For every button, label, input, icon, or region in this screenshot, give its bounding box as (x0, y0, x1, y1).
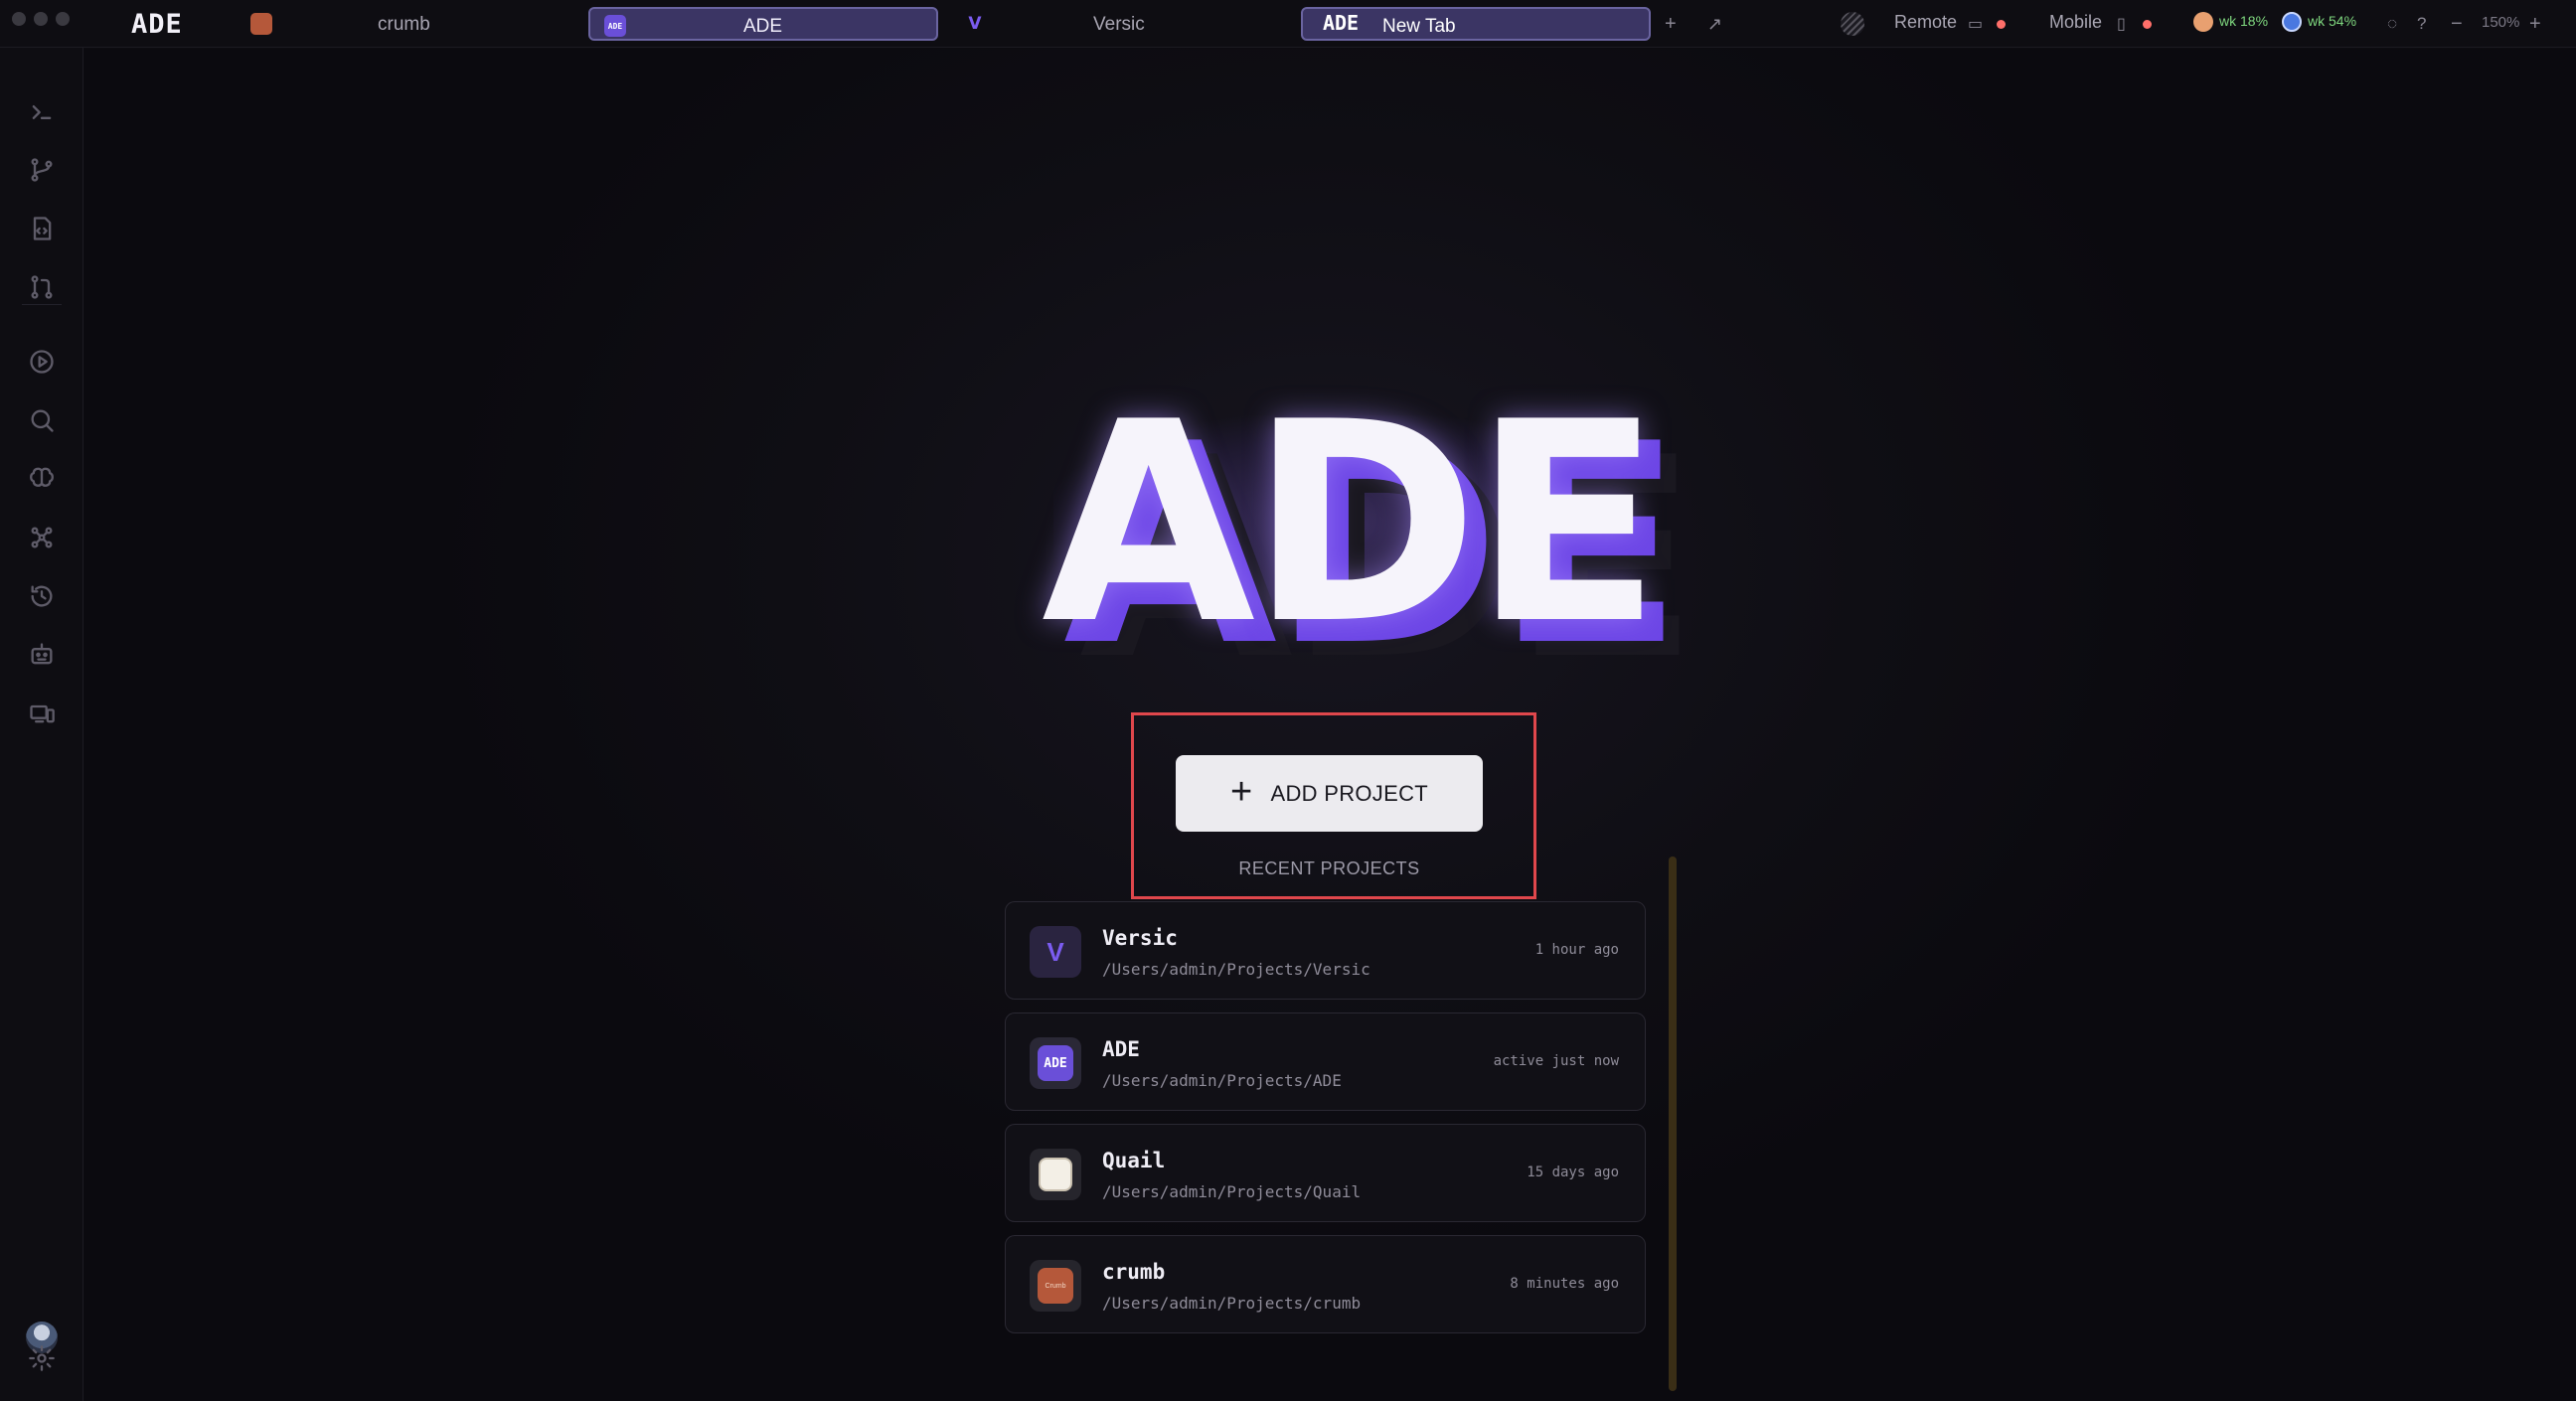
usage-weekly-2: wk 54% (2308, 13, 2357, 29)
tab-label: ADE (743, 16, 783, 37)
mobile-device-icon: ▯ (2117, 16, 2126, 33)
title-bar: ADE crumb ADE ADE V Versic ADE New Tab +… (0, 0, 2576, 48)
plus-icon: + (1229, 770, 1253, 813)
project-path: /Users/admin/Projects/ADE (1102, 1071, 1342, 1090)
crumb-project-icon: Crumb (1030, 1260, 1081, 1312)
tab-ade[interactable]: ADE ADE (588, 7, 938, 41)
project-card-quail[interactable]: Quail /Users/admin/Projects/Quail 15 day… (1005, 1124, 1646, 1222)
zoom-level: 150% (2482, 14, 2520, 31)
terminal-icon[interactable] (22, 92, 62, 132)
remote-label[interactable]: Remote (1894, 12, 1957, 33)
project-last-opened: 8 minutes ago (1510, 1276, 1619, 1292)
pop-out-icon[interactable]: ↗ (1707, 11, 1722, 37)
ade-project-icon: ADE (1030, 1037, 1081, 1089)
history-icon[interactable] (22, 576, 62, 616)
robot-icon[interactable] (22, 635, 62, 675)
chat-icon[interactable]: ◌ (2387, 11, 2397, 37)
tab-label: Versic (1093, 14, 1145, 35)
recent-projects-list: V Versic /Users/admin/Projects/Versic 1 … (1005, 901, 1646, 1346)
gear-icon[interactable] (22, 1338, 62, 1378)
claude-usage-icon (2193, 12, 2213, 32)
tab-new-tab[interactable]: ADE New Tab (1301, 7, 1651, 41)
tab-label: crumb (378, 14, 430, 35)
recent-projects-heading: RECENT PROJECTS (1238, 858, 1420, 878)
zoom-out-icon[interactable]: − (2451, 11, 2463, 37)
close-window-button[interactable] (12, 12, 26, 26)
play-circle-icon[interactable] (22, 342, 62, 382)
ade-hero-logo: ADE ADE ADE (1034, 386, 1699, 698)
project-path: /Users/admin/Projects/Quail (1102, 1182, 1362, 1201)
brain-icon[interactable] (22, 459, 62, 499)
project-last-opened: active just now (1493, 1053, 1619, 1069)
project-path: /Users/admin/Projects/crumb (1102, 1294, 1362, 1313)
mobile-label[interactable]: Mobile (2049, 12, 2102, 33)
minimize-window-button[interactable] (34, 12, 48, 26)
tab-label: New Tab (1382, 16, 1456, 37)
versic-app-icon: V (968, 14, 982, 34)
project-name: Quail (1102, 1149, 1166, 1172)
mobile-status-dot (2143, 20, 2152, 29)
activity-sidebar (0, 48, 83, 1401)
theme-icon[interactable] (1841, 12, 1864, 36)
graph-nodes-icon[interactable] (22, 518, 62, 557)
usage-weekly-1: wk 18% (2219, 13, 2269, 29)
git-branch-icon[interactable] (22, 150, 62, 190)
add-project-label: ADD PROJECT (1270, 780, 1429, 806)
help-icon[interactable]: ? (2417, 11, 2426, 37)
tab-crumb[interactable]: crumb (242, 7, 570, 41)
crumb-app-icon (250, 13, 272, 35)
project-name: ADE (1102, 1037, 1140, 1061)
project-card-ade[interactable]: ADE ADE /Users/admin/Projects/ADE active… (1005, 1012, 1646, 1111)
ade-logo-icon: ADE (1322, 11, 1360, 35)
zoom-window-button[interactable] (56, 12, 70, 26)
sidebar-divider (22, 304, 62, 305)
project-card-versic[interactable]: V Versic /Users/admin/Projects/Versic 1 … (1005, 901, 1646, 1000)
project-name: Versic (1102, 926, 1178, 950)
add-project-button[interactable]: + ADD PROJECT (1176, 755, 1483, 832)
project-name: crumb (1102, 1260, 1166, 1284)
remote-device-icon: ▭ (1968, 16, 1984, 33)
quail-icon-image (1039, 1158, 1072, 1191)
ade-icon-label: ADE (1038, 1045, 1073, 1081)
file-code-icon[interactable] (22, 209, 62, 248)
remote-status-dot (1997, 20, 2006, 29)
ade-app-icon: ADE (604, 15, 626, 37)
logo-text: ADE (1042, 363, 1662, 685)
project-card-crumb[interactable]: Crumb crumb /Users/admin/Projects/crumb … (1005, 1235, 1646, 1333)
project-last-opened: 15 days ago (1527, 1165, 1619, 1180)
versic-project-icon: V (1030, 926, 1081, 978)
app-brand: ADE (131, 9, 183, 40)
pull-request-icon[interactable] (22, 267, 62, 307)
zoom-in-icon[interactable]: + (2529, 11, 2541, 37)
project-last-opened: 1 hour ago (1534, 942, 1619, 958)
project-path: /Users/admin/Projects/Versic (1102, 960, 1370, 979)
devices-icon[interactable] (22, 694, 62, 733)
projects-scrollbar[interactable] (1669, 856, 1677, 1391)
new-tab-plus-icon[interactable]: + (1665, 11, 1677, 37)
crumb-icon-label: Crumb (1038, 1268, 1073, 1304)
tab-versic[interactable]: V Versic (956, 7, 1284, 41)
codex-usage-icon (2282, 12, 2302, 32)
quail-project-icon (1030, 1149, 1081, 1200)
search-icon[interactable] (22, 400, 62, 440)
